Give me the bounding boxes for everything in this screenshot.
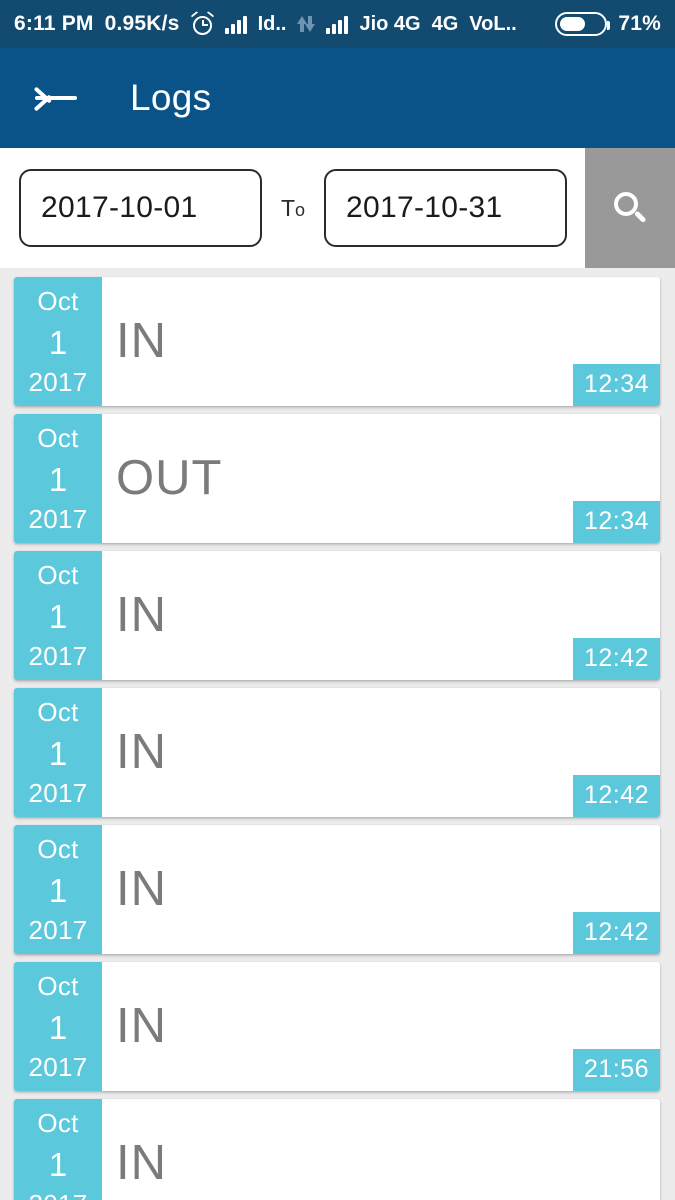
log-day: 1 [48, 1008, 68, 1046]
log-type-label: IN [116, 862, 167, 916]
log-month: Oct [37, 697, 79, 727]
list-item[interactable]: Oct 1 2017 OUT 12:34 [14, 414, 660, 543]
log-day: 1 [48, 597, 68, 635]
log-date-strip: Oct 1 2017 [14, 414, 102, 543]
log-date-strip: Oct 1 2017 [14, 825, 102, 954]
back-arrow-icon[interactable] [33, 80, 79, 116]
log-card-body: IN 12:42 [102, 825, 660, 954]
date-range-search-bar: 2017-10-01 To 2017-10-31 [0, 148, 675, 268]
log-month: Oct [37, 423, 79, 453]
log-month: Oct [37, 560, 79, 590]
log-year: 2017 [28, 1189, 87, 1200]
log-card-body: IN 12:42 [102, 551, 660, 680]
battery-percent-label: 71% [618, 12, 661, 35]
log-card-body: IN 12:34 [102, 277, 660, 406]
log-type-label: IN [116, 999, 167, 1053]
log-day: 1 [48, 1145, 68, 1183]
log-card-body: IN 21:56 [102, 962, 660, 1091]
log-year: 2017 [28, 915, 88, 945]
log-month: Oct [37, 971, 79, 1001]
date-range-inputs: 2017-10-01 To 2017-10-31 [0, 148, 585, 268]
app-bar: Logs [0, 48, 675, 148]
log-date-strip: Oct 1 2017 [14, 277, 102, 406]
log-day: 1 [48, 323, 68, 361]
log-date-strip: Oct 1 2017 [14, 551, 102, 680]
page-title: Logs [130, 77, 212, 118]
network-type-label: 4G [431, 12, 459, 35]
log-type-label: IN [116, 725, 167, 779]
log-card-body: IN 12:42 [102, 688, 660, 817]
sim1-label: Id.. [257, 12, 287, 35]
list-item[interactable]: Oct 1 2017 IN 12:34 [14, 277, 660, 406]
logs-list[interactable]: Oct 1 2017 IN 12:34 Oct 1 2017 OUT 12:34… [0, 268, 675, 1200]
log-time-badge: 12:42 [572, 638, 660, 680]
list-item[interactable]: Oct 1 2017 IN 12:42 [14, 688, 660, 817]
alarm-clock-icon [190, 10, 214, 36]
log-date-strip: Oct 1 2017 [14, 688, 102, 817]
battery-icon [555, 12, 611, 36]
data-transfer-arrows-icon [297, 14, 316, 34]
list-item[interactable]: Oct 1 2017 IN 21:56 [14, 962, 660, 1091]
log-card-body: OUT 12:34 [102, 414, 660, 543]
volte-label: VoL.. [469, 12, 517, 35]
list-item[interactable]: Oct 1 2017 IN 12:42 [14, 551, 660, 680]
log-month: Oct [37, 286, 79, 316]
list-item[interactable]: Oct 1 2017 IN [14, 1099, 660, 1200]
search-button[interactable] [585, 148, 675, 268]
log-day: 1 [48, 734, 68, 772]
log-type-label: IN [116, 588, 167, 642]
status-bar-network-speed: 0.95K/s [104, 12, 180, 35]
search-magnifier-icon [614, 192, 647, 224]
log-year: 2017 [28, 367, 88, 397]
log-day: 1 [48, 871, 68, 909]
log-time-badge: 12:42 [572, 912, 660, 954]
to-label-rest: o [295, 199, 306, 220]
log-date-strip: Oct 1 2017 [14, 1099, 102, 1200]
carrier-label: Jio 4G [359, 12, 421, 35]
log-time-badge: 12:42 [572, 775, 660, 817]
to-date-input[interactable]: 2017-10-31 [324, 169, 567, 247]
log-year: 2017 [28, 1052, 88, 1082]
log-time-badge: 12:34 [572, 364, 660, 406]
to-separator-label: To [262, 195, 324, 222]
status-bar: 6:11 PM 0.95K/s Id.. Jio 4G 4G VoL.. 71% [0, 0, 675, 48]
list-item[interactable]: Oct 1 2017 IN 12:42 [14, 825, 660, 954]
log-day: 1 [48, 460, 68, 498]
log-year: 2017 [28, 504, 88, 534]
log-time-badge: 21:56 [572, 1049, 660, 1091]
signal-bars-icon-2 [326, 14, 349, 34]
to-label-first-letter: T [280, 194, 296, 221]
log-year: 2017 [28, 641, 88, 671]
log-card-body: IN [102, 1099, 660, 1200]
status-bar-time: 6:11 PM [14, 12, 94, 35]
log-month: Oct [37, 1108, 79, 1138]
log-type-label: OUT [116, 451, 223, 505]
log-time-badge: 12:34 [572, 501, 660, 543]
log-type-label: IN [116, 314, 167, 368]
signal-bars-icon [224, 14, 247, 34]
log-year: 2017 [28, 778, 88, 808]
log-type-label: IN [116, 1136, 167, 1190]
from-date-input[interactable]: 2017-10-01 [19, 169, 262, 247]
log-month: Oct [37, 834, 79, 864]
log-date-strip: Oct 1 2017 [14, 962, 102, 1091]
